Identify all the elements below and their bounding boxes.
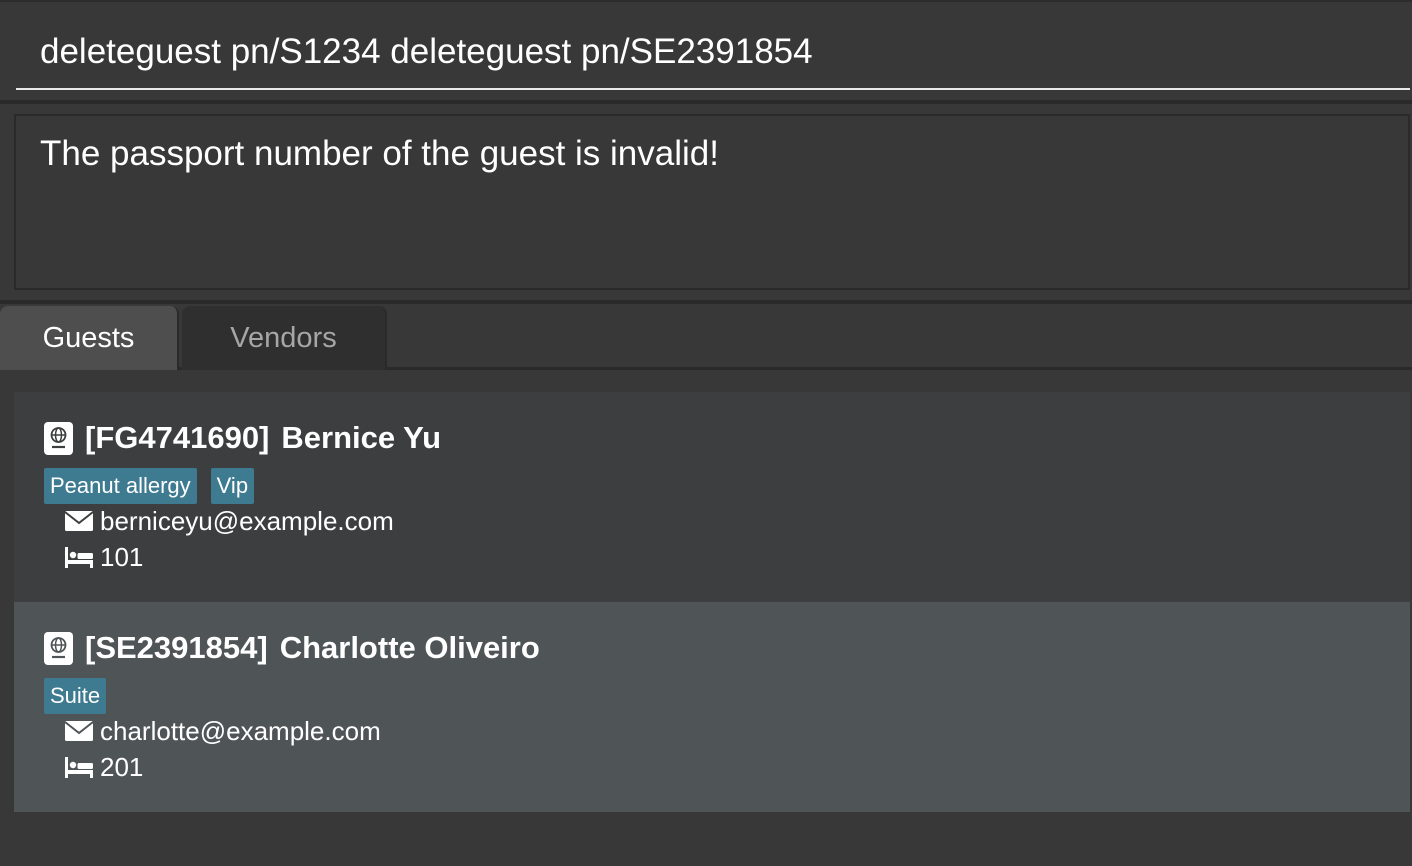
guest-room-row: 201 — [64, 752, 143, 783]
guest-card[interactable]: [FG4741690] Bernice Yu Peanut allergy Vi… — [14, 392, 1410, 602]
guest-room: 201 — [100, 752, 144, 782]
tag: Vip — [210, 468, 255, 504]
tab-vendors[interactable]: Vendors — [182, 306, 387, 370]
envelope-icon — [64, 719, 94, 745]
guest-email: berniceyu@example.com — [100, 506, 394, 536]
guest-card-selected[interactable]: [SE2391854] Charlotte Oliveiro Suite cha… — [14, 602, 1410, 812]
tag: Peanut allergy — [44, 468, 197, 504]
guest-name: Bernice Yu — [281, 420, 442, 455]
list-footer — [0, 812, 1412, 866]
command-box — [0, 0, 1412, 100]
guest-email-row: charlotte@example.com — [64, 716, 381, 747]
tag-list: Suite — [44, 678, 120, 714]
tag-list: Peanut allergy Vip — [44, 468, 268, 504]
guest-email: charlotte@example.com — [100, 716, 381, 746]
guest-passport-number: [SE2391854] — [85, 630, 268, 665]
command-input[interactable] — [16, 16, 1410, 90]
guest-card-header: [FG4741690] Bernice Yu — [44, 420, 441, 456]
tab-label: Vendors — [230, 321, 337, 354]
passport-icon — [44, 631, 73, 665]
tab-guests[interactable]: Guests — [0, 306, 179, 370]
result-display: The passport number of the guest is inva… — [14, 114, 1410, 290]
tab-label: Guests — [42, 321, 135, 354]
tab-bar: Guests Vendors — [0, 304, 1412, 370]
passport-icon — [44, 421, 73, 455]
divider — [0, 100, 1412, 104]
bed-icon — [64, 755, 94, 781]
guest-room-row: 101 — [64, 542, 143, 573]
guest-list[interactable]: [FG4741690] Bernice Yu Peanut allergy Vi… — [0, 370, 1412, 866]
result-message: The passport number of the guest is inva… — [40, 134, 719, 173]
envelope-icon — [64, 509, 94, 535]
bed-icon — [64, 545, 94, 571]
guest-email-row: berniceyu@example.com — [64, 506, 394, 537]
tag: Suite — [44, 678, 107, 714]
guest-name: Charlotte Oliveiro — [279, 630, 540, 665]
app-window: The passport number of the guest is inva… — [0, 0, 1412, 866]
guest-passport-number: [FG4741690] — [85, 420, 270, 455]
guest-card-header: [SE2391854] Charlotte Oliveiro — [44, 630, 540, 666]
guest-room: 101 — [100, 542, 144, 572]
